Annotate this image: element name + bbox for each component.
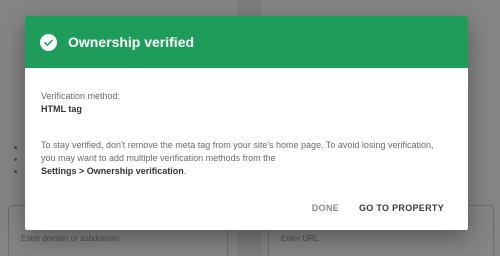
done-button[interactable]: DONE	[312, 203, 339, 213]
check-circle-icon	[40, 33, 57, 51]
dialog-header: Ownership verified	[25, 16, 468, 68]
url-input-placeholder: Enter URL	[281, 234, 319, 243]
dialog-body: Verification method: HTML tag To stay ve…	[25, 68, 468, 178]
go-to-property-button[interactable]: GO TO PROPERTY	[359, 203, 444, 213]
verification-method-value: HTML tag	[41, 104, 82, 114]
bullet	[14, 146, 17, 149]
bullet	[14, 170, 17, 173]
info-text-body: To stay verified, don't remove the meta …	[41, 140, 434, 163]
domain-input-placeholder: Enter domain or subdomain	[21, 234, 120, 243]
ownership-verified-dialog: Ownership verified Verification method: …	[25, 16, 468, 230]
bullet	[14, 158, 17, 161]
info-text: To stay verified, don't remove the meta …	[41, 139, 441, 178]
verification-method-label: Verification method:	[41, 91, 121, 101]
dialog-actions: DONE GO TO PROPERTY	[312, 203, 444, 213]
info-text-end: .	[183, 166, 187, 176]
dialog-title: Ownership verified	[68, 34, 195, 50]
settings-path: Settings > Ownership verification	[41, 166, 184, 176]
